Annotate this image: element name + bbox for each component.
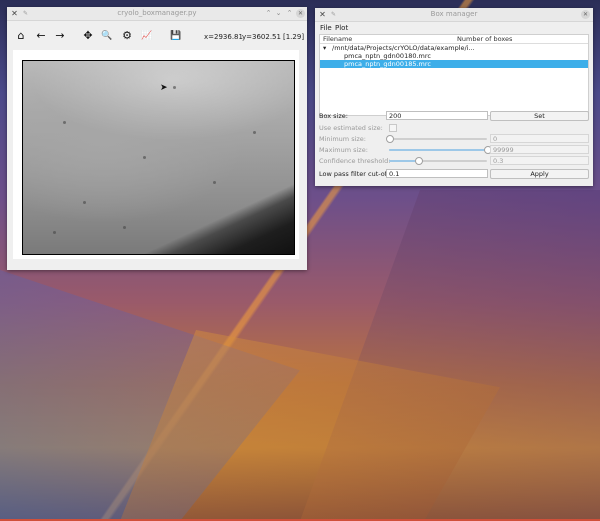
back-arrow-icon[interactable]: ← [34,29,48,43]
micrograph-dark-edge [23,61,294,254]
tree-root-row[interactable]: ▾ /mnt/data/Projects/crYOLO/data/example… [320,44,588,52]
close-icon[interactable]: ✕ [581,10,590,19]
particle-speck [173,86,176,89]
coord-y: y=3602.51 [242,33,281,41]
apply-button[interactable]: Apply [490,169,589,179]
pan-icon[interactable]: ✥ [81,29,95,43]
particle-speck [63,121,66,124]
window-title: Box manager [430,10,478,18]
root-path: /mnt/data/Projects/crYOLO/data/example/i… [332,44,475,52]
col-number-of-boxes[interactable]: Number of boxes [457,35,512,43]
coord-x: x=2936.81 [204,33,243,41]
menu-file[interactable]: File [320,24,332,32]
expand-arrow-icon[interactable]: ▾ [323,44,326,52]
tree-item-filename: pmca_nptn_gdn00185.mrc [344,60,431,68]
min-size-slider[interactable] [386,135,487,143]
box-manager-titlebar[interactable]: ✕ ✎ Box manager ✕ [315,8,593,22]
min-size-input[interactable]: 0 [490,134,589,143]
particle-speck [53,231,56,234]
use-estimated-label: Use estimated size: [319,124,383,132]
forward-arrow-icon[interactable]: → [53,29,67,43]
plot-window: ✕ ✎ cryolo_boxmanager.py ⌃ ⌄ ⌃ ✕ ⌂ ← → ✥… [7,7,307,270]
particle-speck [83,201,86,204]
box-manager-window: ✕ ✎ Box manager ✕ File Plot Filename Num… [315,8,593,186]
confidence-slider-handle[interactable] [415,157,424,165]
use-estimated-row: Use estimated size: [319,123,589,133]
min-size-label: Minimum size: [319,135,366,143]
tree-header: Filename Number of boxes [320,35,588,44]
confidence-label: Confidence threshold: [319,157,391,165]
home-icon[interactable]: ⌂ [14,29,28,43]
plot-canvas[interactable]: ➤ [13,50,299,259]
max-size-slider[interactable] [389,146,492,154]
max-size-input[interactable]: 99999 [490,145,589,154]
confidence-row: Confidence threshold: 0.3 [319,156,589,166]
pixel-value: [1.29] [283,33,305,41]
max-size-row: Maximum size: 99999 [319,145,589,155]
confidence-slider[interactable] [389,157,487,165]
plot-toolbar: ⌂ ← → ✥ 🔍 ⚙ 📈 💾 x=2936.81 y=3602.51 [1.2… [7,21,307,51]
menubar: File Plot [315,22,593,34]
zoom-icon[interactable]: 🔍 [100,29,114,43]
file-tree[interactable]: Filename Number of boxes ▾ /mnt/data/Pro… [319,34,589,116]
box-size-input[interactable]: 200 [386,111,488,120]
close-icon[interactable]: ✕ [296,9,305,18]
max-size-label: Maximum size: [319,146,368,154]
particle-speck [253,131,256,134]
min-size-slider-handle[interactable] [386,135,394,143]
box-size-label: Box size: [319,112,348,120]
tree-item[interactable]: pmca_nptn_gdn00180.mrc [320,52,588,60]
window-title: cryolo_boxmanager.py [117,9,197,17]
edit-curves-icon[interactable]: 📈 [140,29,154,43]
box-size-row: Box size: 200 Set [319,111,589,121]
lowpass-input[interactable]: 0.1 [386,169,488,178]
particle-speck [143,156,146,159]
save-icon[interactable]: 💾 [169,29,183,43]
use-estimated-checkbox[interactable] [389,124,397,132]
col-filename[interactable]: Filename [323,35,352,43]
configure-subplots-icon[interactable]: ⚙ [120,29,134,43]
tree-item-filename: pmca_nptn_gdn00180.mrc [344,52,431,60]
confidence-input[interactable]: 0.3 [490,156,589,165]
tree-item-selected[interactable]: pmca_nptn_gdn00185.mrc [320,60,588,68]
mouse-cursor-icon: ➤ [160,83,168,93]
max-size-slider-fill [389,149,487,151]
plot-window-titlebar[interactable]: ✕ ✎ cryolo_boxmanager.py ⌃ ⌄ ⌃ ✕ [7,7,307,21]
keep-above-icon[interactable]: ⌃ [264,9,273,18]
lowpass-label: Low pass filter cut-off: [319,170,392,178]
micrograph-image[interactable]: ➤ [22,60,295,255]
maximize-icon[interactable]: ⌃ [285,9,294,18]
confidence-slider-fill [389,160,419,162]
particle-speck [213,181,216,184]
min-size-row: Minimum size: 0 [319,134,589,144]
menu-plot[interactable]: Plot [335,24,348,32]
minimize-icon[interactable]: ⌄ [274,9,283,18]
particle-speck [123,226,126,229]
set-button[interactable]: Set [490,111,589,121]
lowpass-row: Low pass filter cut-off: 0.1 Apply [319,169,589,179]
